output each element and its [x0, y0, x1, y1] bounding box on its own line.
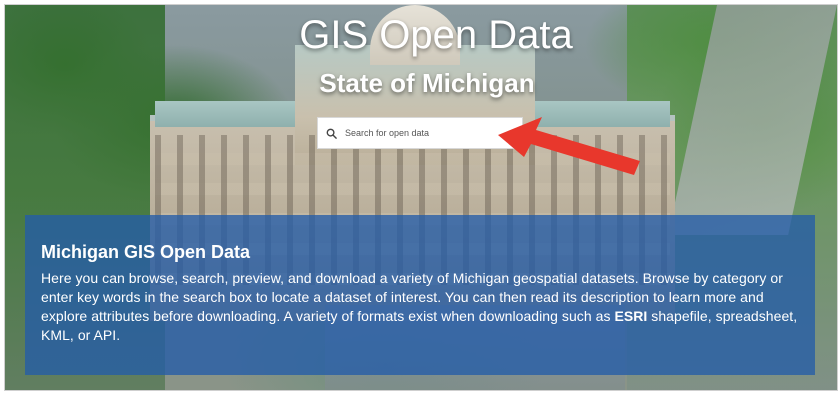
hero-banner: GIS Open Data State of Michigan Michigan… — [4, 4, 838, 391]
info-panel: Michigan GIS Open Data Here you can brow… — [25, 215, 815, 375]
info-description: Here you can browse, search, preview, an… — [41, 269, 805, 345]
search-icon — [326, 128, 337, 139]
info-title: Michigan GIS Open Data — [41, 242, 251, 262]
red-arrow-icon — [498, 117, 640, 175]
page-title: GIS Open Data — [299, 13, 573, 57]
info-description-esri: ESRI — [614, 308, 648, 324]
page-subtitle: State of Michigan — [319, 68, 535, 98]
